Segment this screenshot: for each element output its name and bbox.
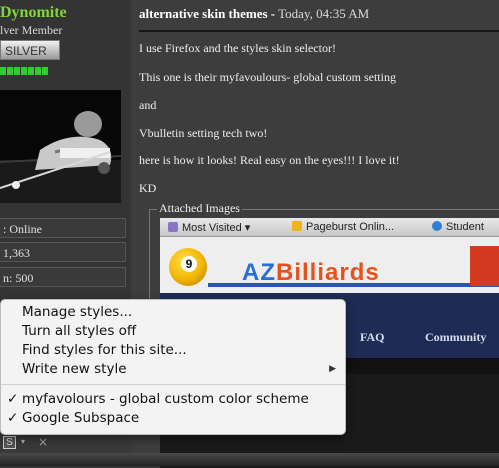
bookmark-icon [292, 221, 302, 231]
site-banner: 9 AZBilliards [160, 237, 499, 293]
site-logo: AZBilliards [242, 259, 380, 287]
nav-faq: FAQ [360, 330, 385, 344]
post-line: This one is their myfavoulours- global c… [139, 70, 396, 84]
close-icon[interactable]: × [38, 435, 48, 449]
avatar[interactable] [0, 90, 121, 203]
bookmark-label: Pageburst Onlin... [306, 221, 395, 233]
post-line: Vbulletin setting tech two! [139, 126, 268, 140]
post-line: I use Firefox and the styles skin select… [139, 41, 336, 55]
username[interactable]: Dynomite [0, 4, 67, 22]
avatar-image [0, 90, 121, 203]
menu-item-write-new-style[interactable]: Write new style ▶ [1, 360, 345, 379]
bookmark-label: Student [446, 221, 484, 233]
menu-item-label: Google Subspace [22, 410, 140, 426]
bookmark-student: Student [432, 221, 484, 233]
ball-number: 9 [181, 256, 197, 272]
menu-item-turn-styles-off[interactable]: Turn all styles off [1, 322, 345, 341]
bookmarks-toolbar: Most Visited ▾ Pageburst Onlin... Studen… [160, 218, 499, 237]
stylish-dropdown-icon[interactable]: ▾ [21, 437, 25, 446]
bookmark-pageburst: Pageburst Onlin... [292, 221, 394, 233]
attached-images-label: Attached Images [157, 201, 242, 216]
menu-separator [1, 384, 345, 385]
post-date: Today, 04:35 AM [278, 6, 370, 21]
menu-item-label: Write new style [22, 361, 127, 377]
logo-az: AZ [242, 259, 276, 286]
reputation-bar [0, 67, 48, 75]
post-header: alternative skin themes - Today, 04:35 A… [139, 6, 369, 22]
menu-item-manage-styles[interactable]: Manage styles... [1, 303, 345, 322]
menu-item-style-google-subspace[interactable]: ✓ Google Subspace [1, 409, 345, 428]
user-post-count: 1,363 [0, 242, 126, 262]
checkmark-icon: ✓ [7, 410, 19, 426]
dock-strip [0, 453, 499, 466]
banner-red-block [470, 246, 499, 286]
styles-context-menu: Manage styles... Turn all styles off Fin… [0, 299, 346, 435]
rank-badge: SILVER [0, 40, 60, 60]
post-divider [139, 30, 499, 32]
bookmark-label: Most Visited [182, 222, 242, 234]
post-line: and [139, 98, 157, 112]
post-title: alternative skin themes - [139, 6, 276, 21]
bookmark-icon [168, 222, 178, 232]
menu-item-label: Find styles for this site... [22, 342, 187, 358]
submenu-arrow-icon: ▶ [329, 364, 336, 374]
user-title: lver Member [0, 23, 63, 37]
post-line: KD [139, 181, 157, 195]
bookmark-icon [432, 221, 442, 231]
logo-billiards: Billiards [276, 259, 380, 286]
menu-item-label: myfavolours - global custom color scheme [22, 391, 309, 407]
bookmark-most-visited: Most Visited ▾ [168, 221, 250, 234]
browser-status-bar: S ▾ × [0, 433, 131, 453]
menu-item-label: Turn all styles off [22, 323, 137, 339]
checkmark-icon: ✓ [7, 391, 19, 407]
nav-community: Community [425, 330, 487, 344]
user-info-panel: Dynomite lver Member SILVER : Online 1,3… [0, 0, 131, 300]
user-stat: n: 500 [0, 267, 126, 287]
billiard-ball-icon: 9 [169, 248, 207, 286]
menu-item-label: Manage styles... [22, 304, 133, 320]
stylish-icon[interactable]: S [3, 436, 16, 449]
user-status: : Online [0, 218, 126, 238]
menu-item-find-styles[interactable]: Find styles for this site... [1, 341, 345, 360]
post-line: here is how it looks! Real easy on the e… [139, 153, 400, 167]
menu-item-style-myfavolours[interactable]: ✓ myfavolours - global custom color sche… [1, 390, 345, 409]
